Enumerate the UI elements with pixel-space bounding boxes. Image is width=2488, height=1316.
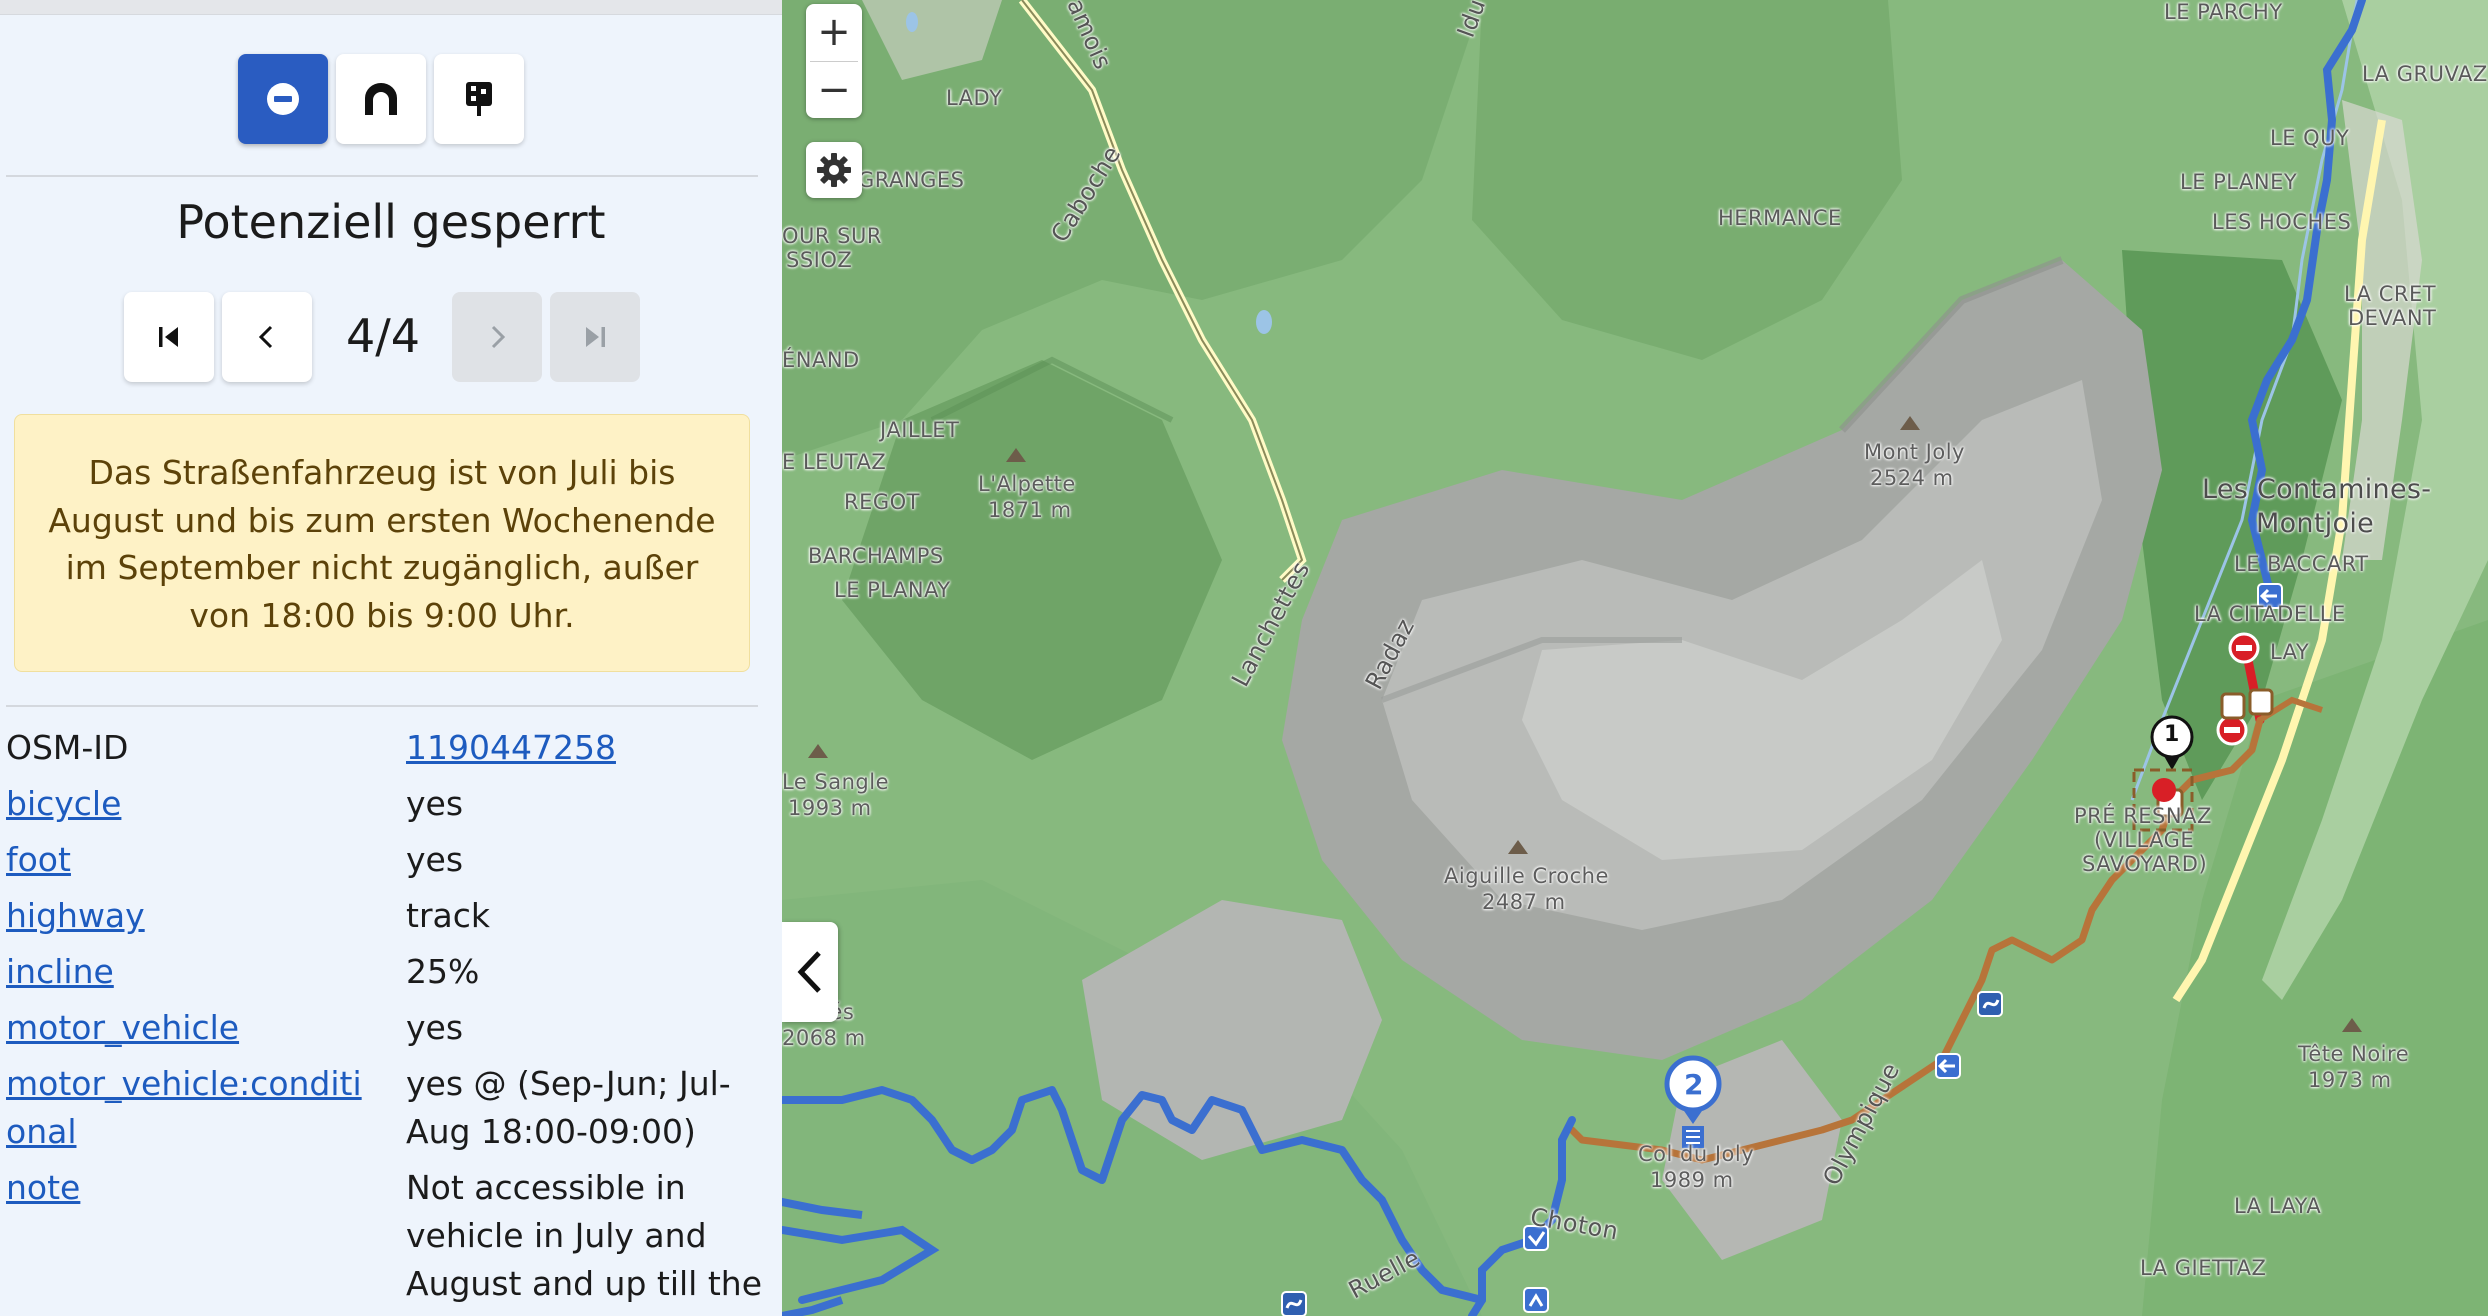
osm-id-link[interactable]: 1190447258	[406, 724, 776, 772]
map-label: 1871 m	[988, 498, 1072, 522]
map-label: LE PARCHY	[2164, 0, 2283, 24]
tag-value: yes	[406, 840, 464, 879]
map-label: Aiguille Croche	[1444, 864, 1609, 888]
map-label: LA GIETTAZ	[2140, 1256, 2267, 1280]
last-page-button[interactable]	[550, 292, 640, 382]
tunnel-icon	[365, 83, 397, 115]
tag-key-link[interactable]: motor_vehicle	[6, 1004, 366, 1052]
map-label: LADY	[946, 86, 1003, 110]
map-label: BARCHAMPS	[808, 544, 944, 568]
tag-key-link[interactable]: bicycle	[6, 780, 366, 828]
tag-key-link[interactable]: highway	[6, 892, 366, 940]
map-label: LE QUY	[2270, 126, 2350, 150]
tag-value: Not accessible in vehicle in July and Au…	[406, 1168, 762, 1303]
restriction-note: Das Straßenfahrzeug ist von Juli bis Aug…	[14, 414, 750, 672]
map-label: DEVANT	[2348, 306, 2437, 330]
map-label: 2068 m	[782, 1026, 866, 1050]
map-label: Les Contamines-	[2202, 474, 2432, 505]
tag-value: yes	[406, 784, 464, 823]
no-entry-icon	[267, 83, 299, 115]
skip-first-icon	[159, 327, 178, 347]
tunnel-filter-button[interactable]	[336, 54, 426, 144]
route-marker-1-label[interactable]: 1	[2164, 722, 2180, 747]
page-counter: 4/4	[345, 309, 421, 363]
gear-icon	[817, 153, 851, 187]
map-label: PRÉ RESNAZ	[2074, 804, 2212, 828]
previous-page-button[interactable]	[222, 292, 312, 382]
sidebar: Potenziell gesperrt 4/4 Das Straßenfahrz…	[0, 0, 782, 1316]
map-label: LE PLANEY	[2180, 170, 2298, 194]
map-label: LE BACCART	[2234, 552, 2369, 576]
map-label: LA GRUVAZ	[2362, 62, 2488, 86]
chevron-left-icon	[258, 325, 273, 349]
map-label: (VILLAGE	[2094, 828, 2195, 852]
map-label: L'Alpette	[978, 472, 1076, 496]
tag-key-link[interactable]: note	[6, 1164, 366, 1212]
map-label: 2487 m	[1482, 890, 1566, 914]
map-label: Mont Joly	[1864, 440, 1965, 464]
tag-value: yes	[406, 1008, 464, 1047]
map-label: JAILLET	[880, 418, 960, 442]
map-label: 1989 m	[1650, 1168, 1734, 1192]
chevron-right-icon	[491, 325, 506, 349]
map-label: Col du Joly	[1638, 1142, 1755, 1166]
barrier-filter-button[interactable]	[434, 54, 524, 144]
map-label: LE PLANAY	[834, 578, 951, 602]
tag-value: track	[406, 896, 490, 935]
map-label: LA LAYA	[2234, 1194, 2322, 1218]
barrier-icon	[466, 82, 492, 116]
skip-last-icon	[586, 327, 605, 347]
route-marker-2-label[interactable]: 2	[1684, 1068, 1704, 1101]
divider	[6, 705, 758, 707]
map-label: 1973 m	[2308, 1068, 2392, 1092]
map-label: OUR SUR	[782, 224, 882, 248]
tag-value: 25%	[406, 952, 480, 991]
map-label: LA CRET	[2344, 282, 2437, 306]
map-label: SAVOYARD)	[2082, 852, 2208, 876]
chevron-left-icon	[797, 951, 821, 993]
map-label: SSIOZ	[786, 248, 853, 272]
map-label: LES HOCHES	[2212, 210, 2352, 234]
zoom-out-button[interactable]: −	[806, 62, 862, 118]
map-label: LA CITADELLE	[2194, 602, 2346, 626]
next-page-button[interactable]	[452, 292, 542, 382]
first-page-button[interactable]	[124, 292, 214, 382]
zoom-in-button[interactable]: +	[806, 4, 862, 60]
sidebar-top-strip	[0, 0, 782, 15]
map-label: 2524 m	[1870, 466, 1954, 490]
map-label: E LEUTAZ	[782, 450, 887, 474]
map-label: Le Sangle	[782, 770, 890, 794]
map-settings-button[interactable]	[806, 142, 862, 198]
collapse-sidebar-button[interactable]	[782, 922, 838, 1022]
tag-value: yes @ (Sep-Jun; Jul- Aug 18:00-09:00)	[406, 1064, 731, 1151]
zoom-control: + −	[806, 4, 862, 118]
tag-key-link[interactable]: motor_vehicle:conditi onal	[6, 1060, 366, 1156]
no-entry-filter-button[interactable]	[238, 54, 328, 144]
tag-key: OSM-ID	[6, 728, 129, 767]
map-label: Montjoie	[2256, 508, 2375, 539]
divider	[6, 175, 758, 177]
panel-title: Potenziell gesperrt	[176, 195, 606, 249]
map-label: REGOT	[844, 490, 920, 514]
map-label: 1993 m	[788, 796, 872, 820]
map-label: GRANGES	[858, 168, 965, 192]
map-label: Tête Noire	[2298, 1042, 2410, 1066]
map-label: ÉNAND	[782, 348, 860, 372]
tag-key-link[interactable]: incline	[6, 948, 366, 996]
tag-key-link[interactable]: foot	[6, 836, 366, 884]
map-terrain	[782, 0, 2488, 1316]
map-label: HERMANCE	[1718, 206, 1842, 230]
map-view[interactable]: LE PARCHY LA GRUVAZ LE QUY LE PLANEY LES…	[782, 0, 2488, 1316]
map-label: LAY	[2270, 640, 2310, 664]
